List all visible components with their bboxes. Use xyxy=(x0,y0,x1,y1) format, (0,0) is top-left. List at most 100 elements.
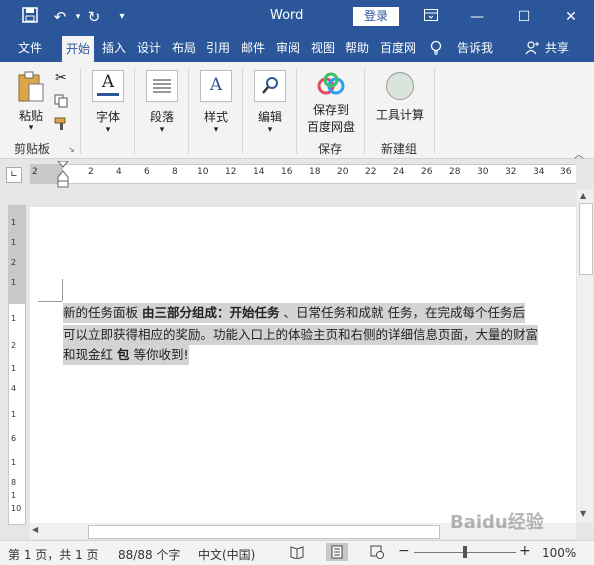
margin-corner-mark xyxy=(38,301,62,302)
ruler-tick: 22 xyxy=(365,167,377,177)
tool-calc-button[interactable]: 工具计算 xyxy=(372,72,428,123)
title-bar: ↶ ▾ ↻ ▾ Word 登录 — ☐ ✕ xyxy=(0,0,594,34)
tab-insert[interactable]: 插入 xyxy=(98,34,130,62)
paste-button[interactable]: 粘贴 ▾ xyxy=(12,70,50,133)
tab-review[interactable]: 审阅 xyxy=(272,34,304,62)
share-person-icon[interactable] xyxy=(524,34,540,62)
scroll-up-icon[interactable]: ▲ xyxy=(580,191,586,200)
paragraph-label: 段落 xyxy=(149,110,174,124)
vruler-tick: 1 xyxy=(11,491,17,500)
vruler-tick: 1 xyxy=(11,458,17,467)
ruler-tick: 28 xyxy=(449,167,461,177)
tab-baidu[interactable]: 百度网 xyxy=(377,34,419,62)
tab-references[interactable]: 引用 xyxy=(202,34,234,62)
editing-dropdown-icon: ▾ xyxy=(267,125,273,135)
divider xyxy=(80,68,81,154)
vruler-tick: 1 xyxy=(11,238,17,247)
vruler-tick: 1 xyxy=(11,364,17,373)
baidu-watermark: Baidu经验 xyxy=(450,512,544,533)
font-button[interactable]: A 字体 ▾ xyxy=(90,70,126,135)
tab-design[interactable]: 设计 xyxy=(133,34,165,62)
ruler-tick: 4 xyxy=(116,167,122,177)
copy-icon[interactable] xyxy=(54,94,68,111)
scroll-left-icon[interactable]: ◀ xyxy=(32,525,38,534)
zoom-slider-thumb[interactable] xyxy=(463,546,467,558)
word-count[interactable]: 88/88 个字 xyxy=(118,546,180,563)
vruler-tick: 2 xyxy=(11,341,17,350)
redo-icon[interactable]: ↻ xyxy=(84,7,104,27)
ribbon-tabs: 文件 开始 插入 设计 布局 引用 邮件 审阅 视图 帮助 百度网 告诉我 共享 xyxy=(0,34,594,62)
zoom-level[interactable]: 100% xyxy=(542,546,576,560)
tab-selector-icon[interactable]: ∟ xyxy=(6,167,22,183)
text-line-3[interactable]: 和现金红 包 等你收到! xyxy=(63,345,189,365)
share-button[interactable]: 共享 xyxy=(541,34,573,62)
undo-icon[interactable]: ↶ xyxy=(50,7,70,27)
vruler-tick: 10 xyxy=(11,504,22,513)
vruler-tick: 4 xyxy=(11,384,17,393)
scroll-down-icon[interactable]: ▼ xyxy=(580,509,586,518)
tab-home[interactable]: 开始 xyxy=(62,36,94,62)
text-run-bold: 由三部分组成：开始任务 xyxy=(141,305,280,320)
vruler-tick: 1 xyxy=(11,410,17,419)
ruler-tick: 18 xyxy=(309,167,321,177)
tab-view[interactable]: 视图 xyxy=(307,34,339,62)
language[interactable]: 中文(中国) xyxy=(198,546,255,563)
clipboard-group-label: 剪贴板 xyxy=(14,142,51,156)
document-page[interactable]: 新的任务面板 由三部分组成：开始任务 、日常任务和成就 任务，在完成每个任务后 … xyxy=(30,207,576,523)
vertical-scroll-thumb[interactable] xyxy=(579,203,593,275)
ruler-tick: 14 xyxy=(253,167,265,177)
ruler-tick: 10 xyxy=(197,167,209,177)
ruler-tick: 12 xyxy=(225,167,237,177)
vruler-tick: 2 xyxy=(11,258,17,267)
text-run: 、日常任务和成就 任务，在完成每个任务后 xyxy=(279,305,525,320)
vertical-ruler[interactable]: 1 1 2 1 1 2 1 4 1 6 1 8 1 10 xyxy=(8,205,26,525)
paragraph-icon xyxy=(146,70,178,102)
vruler-tick: 8 xyxy=(11,478,17,487)
zoom-out-icon[interactable]: − xyxy=(398,543,410,559)
styles-button[interactable]: A 样式 ▾ xyxy=(198,70,234,135)
clipboard-launcher-icon[interactable]: ↘ xyxy=(68,145,75,154)
text-run: 和现金红 xyxy=(63,347,117,362)
horizontal-ruler[interactable]: 2 2 4 6 8 10 12 14 16 18 20 22 24 26 28 … xyxy=(30,160,576,188)
styles-label: 样式 xyxy=(203,110,228,124)
save-to-baidu-line2: 百度网盘 xyxy=(306,120,355,134)
zoom-in-icon[interactable]: + xyxy=(519,543,531,559)
print-layout-icon[interactable] xyxy=(326,543,348,561)
vruler-tick: 1 xyxy=(11,278,17,287)
format-painter-icon[interactable] xyxy=(54,117,70,134)
paragraph-button[interactable]: 段落 ▾ xyxy=(144,70,180,135)
minimize-icon[interactable]: — xyxy=(458,4,496,30)
cut-icon[interactable]: ✂ xyxy=(55,70,67,86)
tell-me[interactable]: 告诉我 xyxy=(452,34,498,62)
tab-help[interactable]: 帮助 xyxy=(341,34,373,62)
text-run: 等你收到! xyxy=(129,347,189,362)
close-icon[interactable]: ✕ xyxy=(552,4,590,30)
tab-mailings[interactable]: 邮件 xyxy=(237,34,269,62)
ribbon: 粘贴 ▾ ✂ 剪贴板 ↘ A 字体 ▾ 段落 ▾ A 样式 ▾ 编辑 ▾ 保存到… xyxy=(0,62,594,161)
login-button[interactable]: 登录 xyxy=(353,7,399,26)
text-run: 新的任务面板 xyxy=(63,305,142,320)
page-count[interactable]: 第 1 页，共 1 页 xyxy=(8,546,99,563)
read-mode-icon[interactable] xyxy=(290,545,304,562)
text-run-bold: 包 xyxy=(116,347,130,362)
web-layout-icon[interactable] xyxy=(370,545,384,562)
horizontal-scroll-thumb[interactable] xyxy=(88,525,440,539)
tab-layout[interactable]: 布局 xyxy=(168,34,200,62)
ruler-tick: 2 xyxy=(32,167,38,177)
save-to-baidu-button[interactable]: 保存到 百度网盘 xyxy=(302,72,360,135)
text-line-2[interactable]: 可以立即获得相应的奖励。功能入口上的体验主页和右侧的详细信息页面，大量的财富 xyxy=(63,325,539,345)
editing-button[interactable]: 编辑 ▾ xyxy=(252,70,288,135)
text-line-1[interactable]: 新的任务面板 由三部分组成：开始任务 、日常任务和成就 任务，在完成每个任务后 xyxy=(63,303,525,323)
tab-file[interactable]: 文件 xyxy=(10,34,50,62)
ribbon-display-icon[interactable] xyxy=(412,4,450,30)
paste-icon xyxy=(18,71,44,102)
customize-icon[interactable]: ▾ xyxy=(112,7,132,27)
indent-marker-icon[interactable] xyxy=(56,160,70,192)
save-icon[interactable] xyxy=(20,7,40,27)
window-title: Word xyxy=(270,8,304,23)
tool-calc-label: 工具计算 xyxy=(375,108,424,122)
lightbulb-icon[interactable] xyxy=(428,34,444,62)
editing-label: 编辑 xyxy=(257,110,282,124)
ruler-tick: 34 xyxy=(533,167,545,177)
maximize-icon[interactable]: ☐ xyxy=(505,4,543,30)
